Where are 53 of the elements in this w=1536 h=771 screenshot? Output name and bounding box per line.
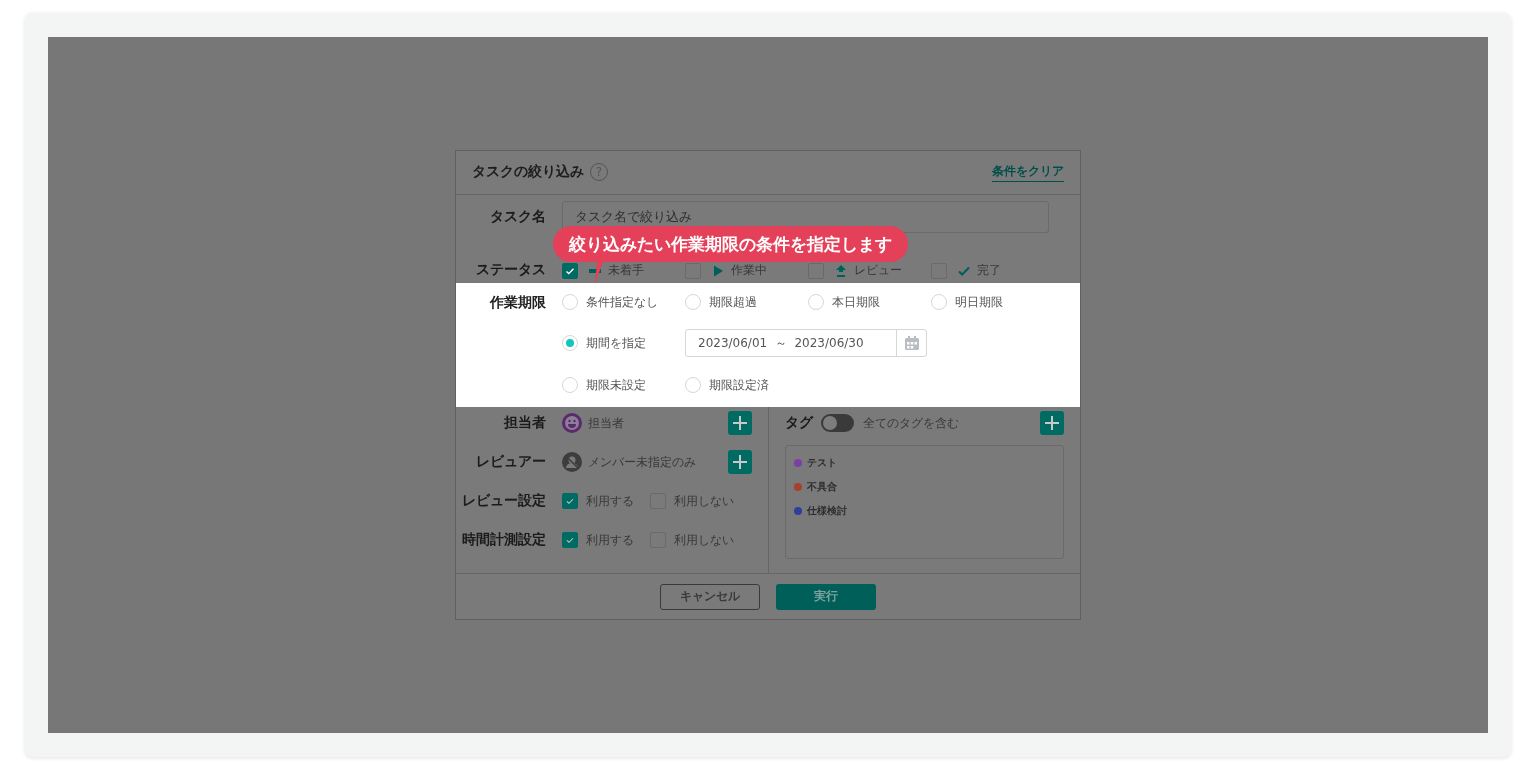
radio-button[interactable] xyxy=(562,335,578,352)
option-label: 利用する xyxy=(586,492,634,510)
field-label: レビュアー xyxy=(475,453,547,472)
option-label: 期間を指定 xyxy=(586,334,646,352)
toggle-label: 全てのタグを含む xyxy=(863,414,959,432)
member-name: 担当者 xyxy=(588,414,624,432)
option-label: 期限未設定 xyxy=(586,376,646,394)
radio-button[interactable] xyxy=(931,294,947,311)
checkbox[interactable] xyxy=(562,532,578,549)
tag-label[interactable]: 仕様検討 xyxy=(807,504,847,519)
option-label: レビュー xyxy=(854,262,902,280)
checkbox[interactable] xyxy=(562,493,578,510)
option-label: 未着手 xyxy=(608,262,644,280)
play-icon xyxy=(711,263,725,278)
person-avatar-icon xyxy=(562,452,582,473)
toggle-switch[interactable] xyxy=(821,414,854,433)
add-button[interactable] xyxy=(1040,411,1064,436)
field-label: タスク名 xyxy=(489,207,547,226)
checkbox[interactable] xyxy=(562,262,578,279)
review-icon xyxy=(834,263,848,278)
field-label: タグ xyxy=(785,414,813,433)
smiley-avatar-icon xyxy=(562,413,582,434)
tooltip-pointer xyxy=(595,262,603,284)
field-label: 作業期限 xyxy=(488,293,547,313)
cancel-button[interactable]: キャンセル xyxy=(660,583,760,610)
callout-tooltip: 絞り込みたい作業期限の条件を指定します xyxy=(553,226,908,262)
option-label: 本日期限 xyxy=(832,293,880,311)
add-button[interactable] xyxy=(728,450,752,475)
date-range-field[interactable]: 2023/06/01 ～ 2023/06/30 xyxy=(685,329,927,358)
field-label: レビュー設定 xyxy=(461,492,547,511)
radio-button[interactable] xyxy=(562,377,578,394)
run-button[interactable]: 実行 xyxy=(776,583,876,610)
member-name: メンバー未指定のみ xyxy=(588,453,696,471)
add-button[interactable] xyxy=(728,411,752,436)
option-label: 利用する xyxy=(586,531,634,549)
radio-button[interactable] xyxy=(685,377,701,394)
dialog-title: タスクの絞り込み xyxy=(472,163,584,182)
field-label: 時間計測設定 xyxy=(461,531,547,550)
tag-label[interactable]: テスト xyxy=(807,456,837,471)
option-label: 作業中 xyxy=(731,262,767,280)
field-label: 担当者 xyxy=(503,414,547,433)
clear-link[interactable]: 条件をクリア xyxy=(992,162,1064,182)
radio-button[interactable] xyxy=(808,294,824,311)
field-label: ステータス xyxy=(475,261,547,280)
radio-button[interactable] xyxy=(685,294,701,311)
radio-button[interactable] xyxy=(562,294,578,311)
option-label: 明日期限 xyxy=(955,293,1003,311)
option-label: 完了 xyxy=(977,262,1001,280)
calendar-icon[interactable] xyxy=(903,335,920,352)
option-label: 条件指定なし xyxy=(586,293,658,311)
option-label: 期限設定済 xyxy=(709,376,769,394)
option-label: 期限超過 xyxy=(709,293,757,311)
tag-label[interactable]: 不具合 xyxy=(807,480,837,495)
